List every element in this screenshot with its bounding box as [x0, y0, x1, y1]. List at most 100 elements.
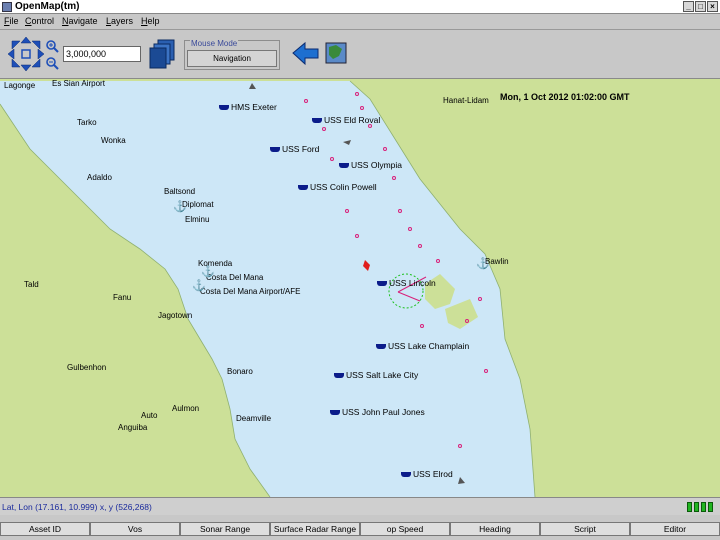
ship-marker[interactable]: USS Lake Champlain: [376, 341, 469, 351]
pan-arrows-icon[interactable]: [7, 36, 45, 72]
zoom-out-icon[interactable]: [46, 57, 59, 70]
status-indicator: [701, 502, 706, 512]
contact-marker[interactable]: [418, 244, 422, 248]
zoom-scale-field[interactable]: 3,000,000: [63, 46, 141, 62]
place-label: Tarko: [77, 118, 97, 127]
contact-marker[interactable]: [345, 209, 349, 213]
contact-marker[interactable]: [355, 234, 359, 238]
ship-icon: [330, 410, 340, 416]
contact-marker[interactable]: [458, 444, 462, 448]
ship-label: USS Eld Roval: [324, 115, 381, 125]
ship-icon: [401, 472, 411, 478]
back-arrow-icon[interactable]: [292, 41, 319, 66]
menu-help[interactable]: Help: [141, 16, 160, 26]
ship-label: USS Olympia: [351, 160, 403, 170]
ship-marker[interactable]: USS John Paul Jones: [330, 407, 425, 417]
close-button[interactable]: ×: [707, 1, 718, 12]
contact-marker[interactable]: [392, 176, 396, 180]
ship-marker[interactable]: USS Eld Roval: [312, 115, 380, 125]
place-label: Deamville: [236, 414, 272, 423]
window-title: OpenMap(tm): [15, 1, 80, 12]
contact-marker[interactable]: [465, 319, 469, 323]
navigation-mode-button[interactable]: Navigation: [187, 50, 277, 67]
place-label: Costa Del Mana Airport/AFE: [200, 287, 301, 296]
ship-label: USS Lincoln: [389, 278, 436, 288]
status-indicator: [694, 502, 699, 512]
contact-marker[interactable]: [360, 106, 364, 110]
menu-file[interactable]: File: [4, 16, 19, 26]
contact-marker[interactable]: [383, 147, 387, 151]
ship-icon: [334, 373, 344, 379]
menu-bar: File Control Navigate Layers Help: [0, 14, 720, 30]
map-view[interactable]: Lagonge Es Sian Airport Tarko Wonka Adal…: [0, 79, 720, 497]
place-label: Jagotown: [158, 311, 193, 320]
menu-layers[interactable]: Layers: [106, 16, 133, 26]
zoom-in-icon[interactable]: [46, 40, 59, 53]
menu-navigate[interactable]: Navigate: [62, 16, 98, 26]
place-label: Aulmon: [172, 404, 200, 413]
ship-label: USS John Paul Jones: [342, 407, 425, 417]
projection-globe-icon[interactable]: [325, 42, 347, 64]
contact-marker[interactable]: [355, 92, 359, 96]
column-vos[interactable]: Vos: [90, 522, 180, 536]
contact-marker[interactable]: [408, 227, 412, 231]
column-heading[interactable]: Heading: [450, 522, 540, 536]
ship-marker[interactable]: USS Elrod: [401, 469, 453, 479]
place-label: Adaldo: [87, 173, 112, 182]
ship-label: USS Elrod: [413, 469, 453, 479]
minimize-button[interactable]: _: [683, 1, 694, 12]
column-surface-radar-range[interactable]: Surface Radar Range: [270, 522, 360, 536]
ship-marker[interactable]: USS Ford: [270, 144, 319, 154]
anchor-icon: ⚓: [476, 258, 490, 270]
ship-icon: [312, 118, 322, 124]
ship-label: HMS Exeter: [231, 102, 277, 112]
place-label: Gulbenhon: [67, 363, 107, 372]
title-bar: OpenMap(tm) _ □ ×: [0, 0, 720, 14]
ship-icon: [339, 163, 349, 169]
asset-table-header: Asset ID Vos Sonar Range Surface Radar R…: [0, 520, 720, 540]
status-indicator: [708, 502, 713, 512]
ship-label: USS Lake Champlain: [388, 341, 470, 351]
app-icon: [2, 2, 12, 12]
contact-marker[interactable]: [484, 369, 488, 373]
column-asset-id[interactable]: Asset ID: [0, 522, 90, 536]
column-editor[interactable]: Editor: [630, 522, 720, 536]
ship-icon: [377, 281, 387, 287]
contact-marker[interactable]: [436, 259, 440, 263]
place-label: Tald: [24, 280, 39, 289]
menu-control[interactable]: Control: [25, 16, 54, 26]
place-label: Es Sian Airport: [52, 79, 105, 88]
column-script[interactable]: Script: [540, 522, 630, 536]
ship-icon: [376, 344, 386, 350]
place-label: Hanat-Lidam: [443, 96, 489, 105]
maximize-button[interactable]: □: [695, 1, 706, 12]
contact-marker[interactable]: [478, 297, 482, 301]
ship-marker[interactable]: HMS Exeter: [219, 102, 277, 112]
anchor-icon: ⚓: [201, 266, 215, 278]
contact-marker[interactable]: [322, 127, 326, 131]
ship-label: USS Colin Powell: [310, 182, 377, 192]
contact-marker[interactable]: [330, 157, 334, 161]
ship-marker[interactable]: USS Colin Powell: [298, 182, 377, 192]
coordinates-readout: Lat, Lon (17.161, 10.999) x, y (526,268): [2, 502, 152, 512]
ship-marker[interactable]: USS Olympia: [339, 160, 402, 170]
contact-marker[interactable]: [420, 324, 424, 328]
contact-marker[interactable]: [398, 209, 402, 213]
column-sonar-range[interactable]: Sonar Range: [180, 522, 270, 536]
ship-icon: [219, 105, 229, 111]
layers-icon[interactable]: [149, 39, 175, 69]
status-bar: Lat, Lon (17.161, 10.999) x, y (526,268): [0, 497, 720, 515]
column-op-speed[interactable]: op Speed: [360, 522, 450, 536]
contact-marker[interactable]: [304, 99, 308, 103]
place-label: Wonka: [101, 136, 126, 145]
simulation-time: Mon, 1 Oct 2012 01:02:00 GMT: [500, 92, 630, 102]
ship-marker[interactable]: USS Lincoln: [377, 278, 436, 288]
status-indicator: [687, 502, 692, 512]
place-label: Auto: [141, 411, 158, 420]
mouse-mode-label: Mouse Mode: [190, 39, 239, 48]
ship-marker[interactable]: USS Salt Lake City: [334, 370, 418, 380]
place-label: Lagonge: [4, 81, 36, 90]
ship-label: USS Ford: [282, 144, 320, 154]
place-label: Bonaro: [227, 367, 253, 376]
place-label: Fanu: [113, 293, 132, 302]
